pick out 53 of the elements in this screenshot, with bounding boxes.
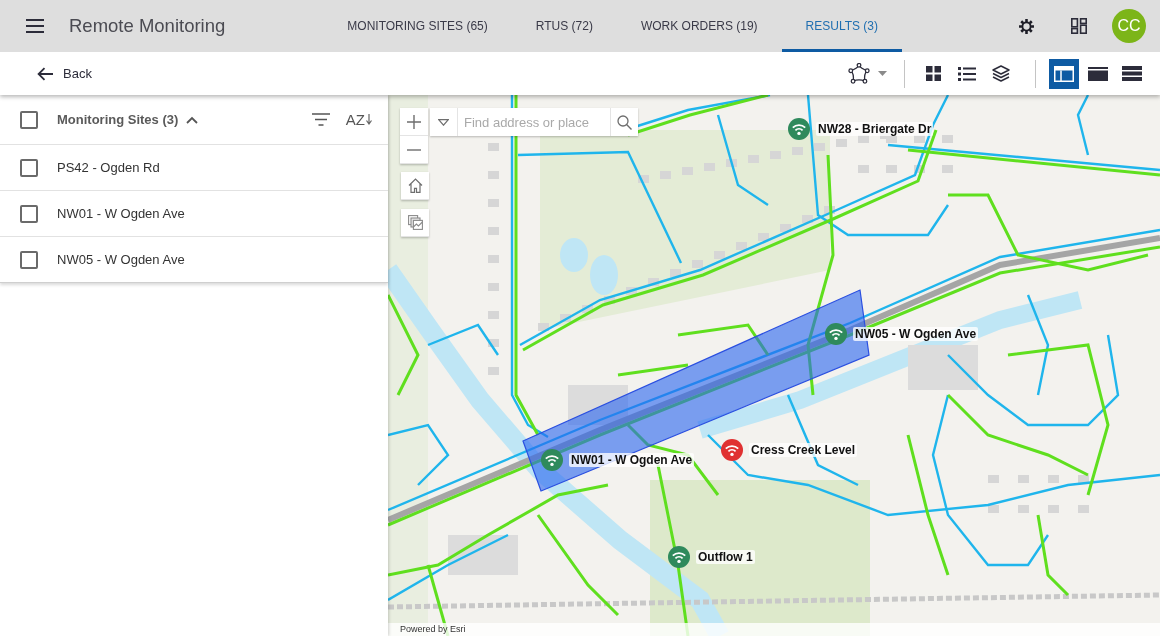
wifi-marker-icon[interactable] (788, 118, 810, 140)
app-title: Remote Monitoring (69, 15, 226, 37)
back-arrow-icon (37, 66, 53, 81)
tiles-icon (1071, 18, 1087, 34)
marker-label: NW28 - Briergate Dr (816, 122, 934, 136)
marker-label: NW01 - W Ogden Ave (569, 453, 695, 467)
home-icon (407, 178, 423, 193)
tab[interactable]: RTUS (72) (511, 0, 617, 52)
search-field[interactable]: Find address or place (458, 108, 610, 136)
list-icon (958, 66, 976, 81)
site-name[interactable]: NW01 - W Ogden Ave (57, 206, 185, 221)
plus-icon (407, 114, 421, 129)
marker-label: Cress Creek Level (749, 443, 858, 457)
wifi-marker-icon[interactable] (541, 449, 563, 471)
filled-bar-icon (1088, 66, 1108, 81)
wifi-marker-icon[interactable] (668, 546, 690, 568)
checkbox[interactable] (20, 110, 38, 129)
site-name[interactable]: PS42 - Ogden Rd (57, 160, 160, 175)
layout-button[interactable] (1049, 58, 1079, 89)
wifi-marker-icon[interactable] (721, 439, 743, 461)
polygon-icon (847, 63, 870, 84)
zoom-in-button[interactable] (400, 108, 428, 136)
sort-arrow-icon (366, 114, 372, 125)
home-button[interactable] (401, 172, 429, 200)
search-button[interactable] (610, 108, 638, 136)
tab[interactable]: WORK ORDERS (19) (616, 0, 782, 52)
menu-icon (26, 19, 44, 33)
stacked-squares-icon (407, 215, 423, 230)
tab[interactable]: MONITORING SITES (65) (323, 0, 512, 52)
minus-icon (407, 148, 421, 151)
site-name[interactable]: NW05 - W Ogden Ave (57, 252, 185, 267)
layers-icon (992, 65, 1010, 82)
settings-icon (1017, 17, 1035, 35)
zoom-out-button[interactable] (400, 136, 428, 164)
marker-label: NW05 - W Ogden Ave (853, 327, 979, 341)
sort-button[interactable]: AZ (343, 109, 374, 130)
filter-icon (311, 113, 330, 126)
search-source-button[interactable] (430, 108, 458, 136)
marker-label: Outflow 1 (696, 550, 755, 564)
list-title: Monitoring Sites (3) (57, 112, 179, 127)
grid-icon (925, 66, 941, 81)
split-layout-icon (1054, 65, 1074, 82)
stacked-bars-icon (1122, 66, 1142, 81)
checkbox[interactable] (20, 250, 38, 269)
caret-icon (438, 118, 449, 126)
basemap-button[interactable] (401, 209, 429, 237)
caret-icon (877, 71, 887, 76)
checkbox[interactable] (20, 158, 38, 177)
search-icon (617, 114, 632, 130)
checkbox[interactable] (20, 204, 38, 223)
map-attribution: Powered by Esri (388, 623, 1160, 636)
wifi-marker-icon[interactable] (825, 323, 847, 345)
back-button[interactable]: Back (35, 62, 94, 85)
